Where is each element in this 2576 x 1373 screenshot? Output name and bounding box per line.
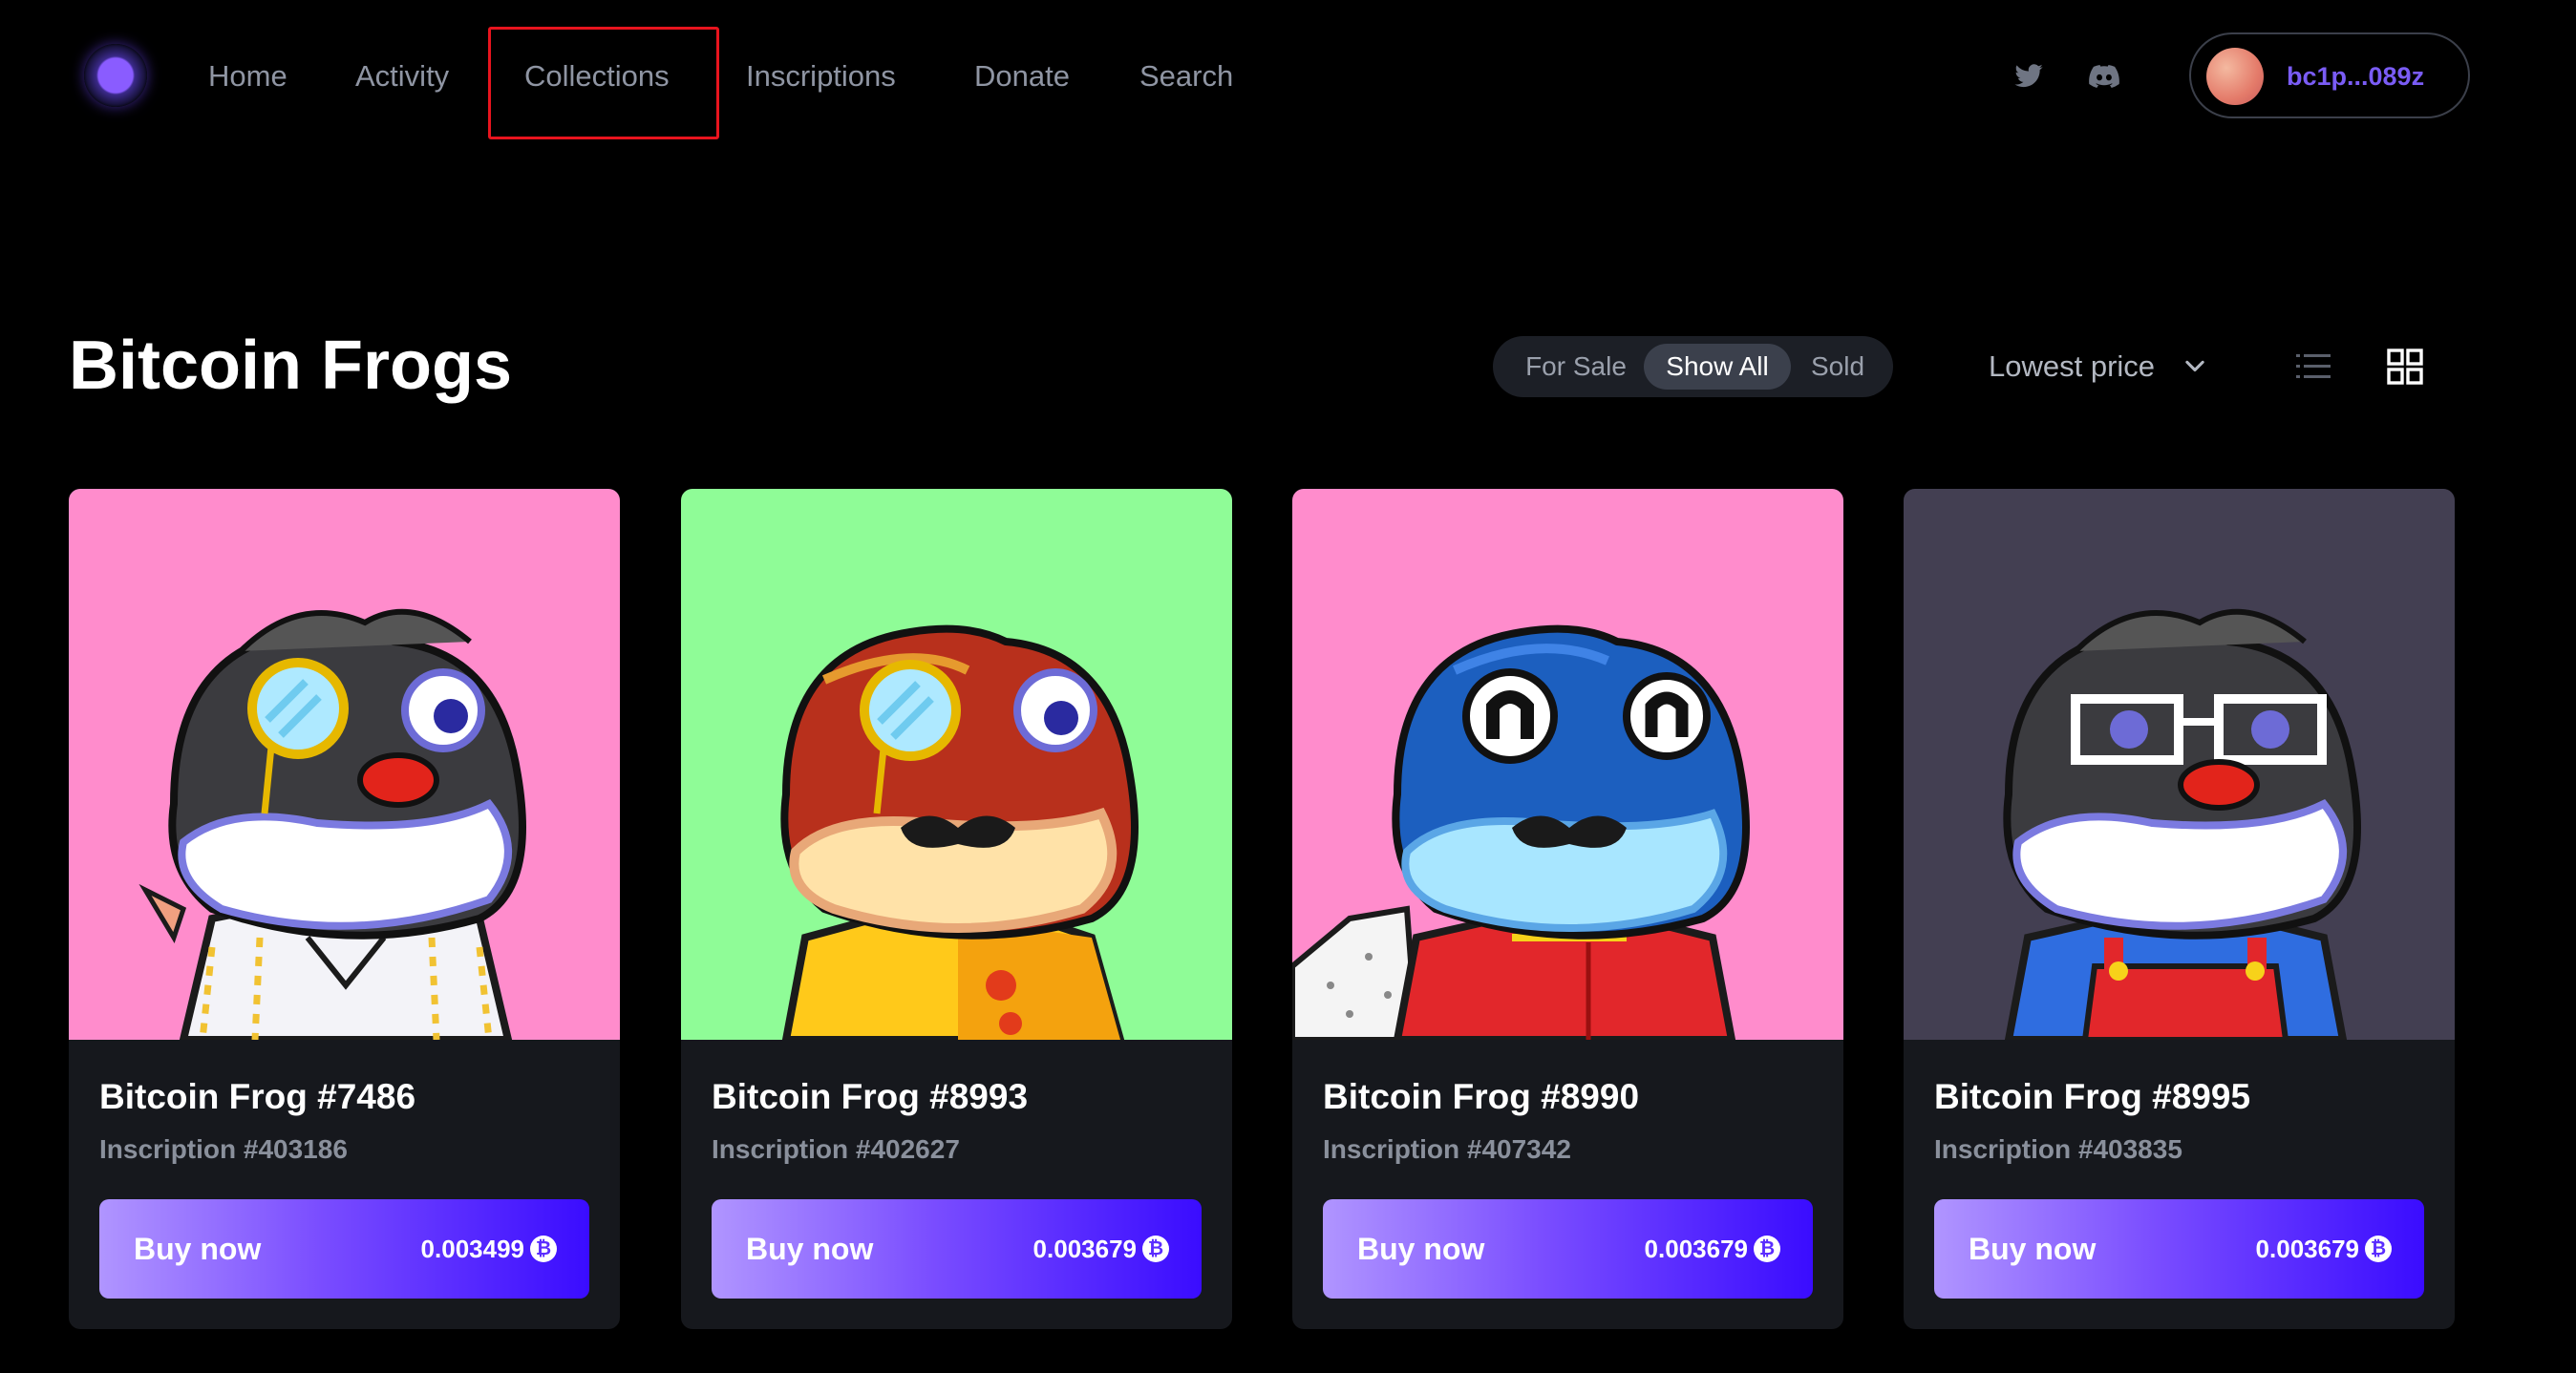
chevron-down-icon[interactable] [2182,353,2208,380]
site-logo-icon[interactable] [84,44,147,107]
item-name[interactable]: Bitcoin Frog #8995 [1934,1073,2250,1121]
buy-now-button[interactable]: Buy now 0.003679 ₿ [712,1199,1202,1299]
filter-sold[interactable]: Sold [1793,344,1883,390]
highlight-box-collections [488,27,719,139]
item-name[interactable]: Bitcoin Frog #8993 [712,1073,1028,1121]
nav-donate[interactable]: Donate [974,53,1070,99]
item-name[interactable]: Bitcoin Frog #8990 [1323,1073,1639,1121]
nav-inscriptions[interactable]: Inscriptions [746,53,896,99]
wallet-avatar [2206,48,2264,105]
twitter-icon[interactable] [2013,61,2044,92]
price-value: 0.003679 [1644,1235,1748,1263]
nft-card[interactable]: Bitcoin Frog #8990 Inscription #407342 B… [1292,489,1843,1329]
wallet-address: bc1p...089z [2287,62,2425,91]
inscription-number: Inscription #407342 [1323,1134,1571,1164]
nft-card[interactable]: Bitcoin Frog #7486 Inscription #403186 B… [69,489,620,1329]
buy-now-button[interactable]: Buy now 0.003499 ₿ [99,1199,589,1299]
nft-image-frog-8990[interactable] [1292,489,1843,1040]
sale-filter-toggle: For Sale Show All Sold [1493,336,1893,397]
sort-dropdown[interactable]: Lowest price [1989,342,2155,391]
nav-home[interactable]: Home [208,53,287,99]
bitcoin-icon: ₿ [1142,1236,1169,1262]
buy-now-button[interactable]: Buy now 0.003679 ₿ [1934,1199,2424,1299]
inscription-number: Inscription #402627 [712,1134,960,1164]
discord-icon[interactable] [2089,61,2119,92]
wallet-button[interactable]: bc1p...089z [2189,32,2470,118]
page-title: Bitcoin Frogs [69,327,512,404]
inscription-number: Inscription #403835 [1934,1134,2182,1164]
bitcoin-icon: ₿ [530,1236,557,1262]
filter-for-sale[interactable]: For Sale [1506,344,1646,390]
item-name[interactable]: Bitcoin Frog #7486 [99,1073,415,1121]
bitcoin-icon: ₿ [1754,1236,1780,1262]
buy-now-label: Buy now [1357,1232,1485,1266]
price-value: 0.003679 [1033,1235,1137,1263]
nft-image-frog-8995[interactable] [1904,489,2455,1040]
nav-search[interactable]: Search [1139,53,1233,99]
page: Home Activity Collections Inscriptions D… [0,0,2576,1373]
nav-activity[interactable]: Activity [355,53,449,99]
filter-show-all[interactable]: Show All [1644,344,1791,390]
buy-now-label: Buy now [1969,1232,2097,1266]
top-nav: Home Activity Collections Inscriptions D… [0,0,2576,153]
price-value: 0.003679 [2255,1235,2359,1263]
buy-now-label: Buy now [134,1232,262,1266]
nft-image-frog-8993[interactable] [681,489,1232,1040]
nft-image-frog-7486[interactable] [69,489,620,1040]
nft-card[interactable]: Bitcoin Frog #8993 Inscription #402627 B… [681,489,1232,1329]
buy-now-label: Buy now [746,1232,874,1266]
list-view-icon[interactable] [2294,348,2332,386]
nft-card[interactable]: Bitcoin Frog #8995 Inscription #403835 B… [1904,489,2455,1329]
grid-view-icon[interactable] [2386,348,2424,386]
bitcoin-icon: ₿ [2365,1236,2392,1262]
inscription-number: Inscription #403186 [99,1134,348,1164]
price-value: 0.003499 [420,1235,524,1263]
buy-now-button[interactable]: Buy now 0.003679 ₿ [1323,1199,1813,1299]
